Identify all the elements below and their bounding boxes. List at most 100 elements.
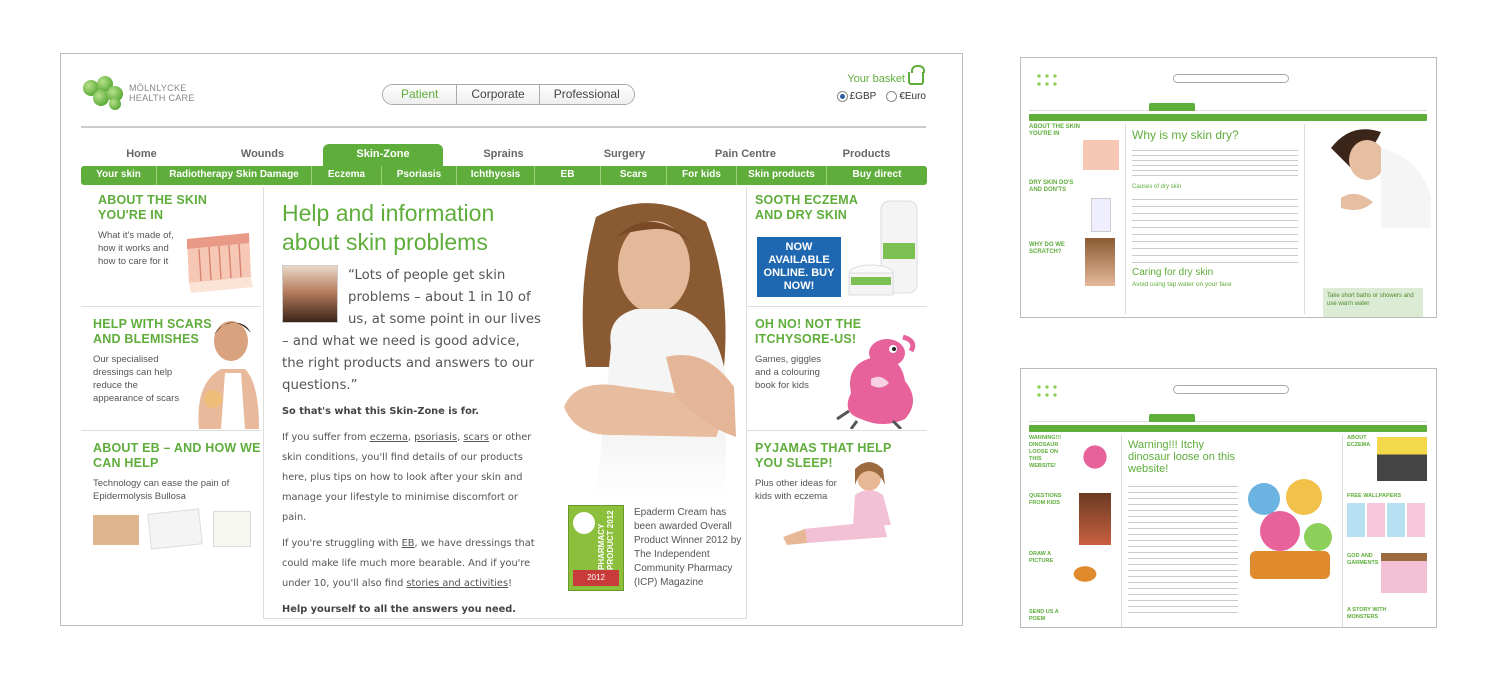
nav-wounds[interactable]: Wounds <box>202 144 323 166</box>
panel-eczema-products[interactable]: SOOTH ECZEMA AND DRY SKIN NOW AVAILABLE … <box>747 187 927 307</box>
buy-now-button[interactable]: NOW AVAILABLE ONLINE. BUY NOW! <box>757 237 841 297</box>
star-icon <box>573 512 595 534</box>
nav-products[interactable]: Products <box>806 144 927 166</box>
audience-switcher[interactable] <box>1173 385 1289 394</box>
panel-text: Our specialised dressings can help reduc… <box>93 354 180 404</box>
quote-block: “Lots of people get skin problems – abou… <box>282 265 544 397</box>
body-text: So that's what this Skin-Zone is for. If… <box>282 402 544 625</box>
main-content: Why is my skin dry? Causes of dry skin C… <box>1125 124 1305 314</box>
cartoon-characters-image <box>1240 475 1338 585</box>
dressing-image <box>147 508 203 550</box>
audience-switcher[interactable] <box>1173 74 1289 83</box>
drawing-image <box>1063 559 1107 589</box>
right-column: ABOUT ECZEMA FREE WALLPAPERS GOD AND GAR… <box>1347 435 1431 627</box>
nav-home[interactable]: Home <box>81 144 202 166</box>
epaderm-products-image <box>848 200 918 296</box>
subnav-skin-products[interactable]: Skin products <box>736 166 826 185</box>
panel-title: ABOUT THE SKIN YOU'RE IN <box>98 193 208 222</box>
wallpaper-thumbnails[interactable] <box>1347 503 1427 537</box>
left-column: ABOUT THE SKIN YOU'RE IN What it's made … <box>81 187 261 625</box>
sub-nav[interactable] <box>1029 425 1427 432</box>
link-scars[interactable]: scars <box>463 432 489 443</box>
girl-image <box>1085 238 1115 286</box>
basket-link[interactable]: Your basket <box>847 65 925 85</box>
skin-layers-image <box>187 233 253 293</box>
panel-pyjamas[interactable]: PYJAMAS THAT HELP YOU SLEEP! Plus other … <box>747 431 927 549</box>
skin-layers-image <box>1083 140 1119 170</box>
tip-callout: Take short baths or showers and use warm… <box>1323 288 1423 317</box>
subnav-radiotherapy[interactable]: Radiotherapy Skin Damage <box>156 166 311 185</box>
radio-icon <box>886 91 898 102</box>
glass-image <box>1091 198 1111 232</box>
tab-professional[interactable]: Professional <box>538 85 634 104</box>
page-title: Help and information about skin problems <box>282 200 495 255</box>
panel-text: Technology can ease the pain of Epidermo… <box>93 478 230 502</box>
thumbnail-dinosaur: WARNING!!! DINOSAUR LOOSE ON THIS WEBSIT… <box>1020 368 1437 628</box>
girl-pyjamas-image <box>783 462 891 545</box>
subnav-scars[interactable]: Scars <box>600 166 666 185</box>
link-eb[interactable]: EB <box>402 538 415 549</box>
nav-sprains[interactable]: Sprains <box>443 144 564 166</box>
woman-washing-face-image <box>1331 129 1431 228</box>
subnav-for-kids[interactable]: For kids <box>666 166 736 185</box>
paragraph-eb: If you're struggling with EB, we have dr… <box>282 538 535 589</box>
subnav-your-skin[interactable]: Your skin <box>81 166 156 185</box>
dressing-image <box>93 515 139 545</box>
logo-dots-icon <box>1035 383 1057 397</box>
currency-gbp[interactable]: £GBP <box>836 91 876 102</box>
audience-switcher: Patient Corporate Professional <box>382 84 635 105</box>
closing-text: Help yourself to all the answers you nee… <box>282 604 517 615</box>
subnav-eb[interactable]: EB <box>534 166 600 185</box>
award-text: Epaderm Cream has been awarded Overall P… <box>634 507 742 588</box>
woman-shoulder-image <box>198 321 259 429</box>
page-title: Warning!!! Itchy dinosaur loose on this … <box>1128 439 1236 475</box>
panel-eb[interactable]: ABOUT EB – AND HOW WE CAN HELP Technolog… <box>81 431 261 550</box>
panel-title: ABOUT EB – AND HOW WE CAN HELP <box>93 441 261 470</box>
panel-scars[interactable]: HELP WITH SCARS AND BLEMISHES Our specia… <box>81 307 261 431</box>
lead-text: So that's what this Skin-Zone is for. <box>282 406 479 417</box>
nav-skin-zone[interactable]: Skin-Zone <box>323 144 443 166</box>
subnav-ichthyosis[interactable]: Ichthyosis <box>456 166 534 185</box>
main-content: Help and information about skin problems… <box>263 187 747 619</box>
panel-text: Games, giggles and a colouring book for … <box>755 354 822 391</box>
dinosaur-image <box>1075 437 1115 477</box>
subnav-psoriasis[interactable]: Psoriasis <box>381 166 456 185</box>
woman-scratching-image <box>556 197 746 497</box>
tab-corporate[interactable]: Corporate <box>456 85 539 104</box>
main-nav: Home Wounds Skin-Zone Sprains Surgery Pa… <box>81 144 927 166</box>
main-content: Warning!!! Itchy dinosaur loose on this … <box>1121 435 1343 627</box>
left-column: ABOUT THE SKIN YOU'RE IN DRY SKIN DO'S A… <box>1029 124 1121 314</box>
tab-patient[interactable]: Patient <box>383 85 457 104</box>
currency-selector: £GBP €Euro <box>836 91 926 102</box>
paragraph-conditions: If you suffer from eczema, psoriasis, sc… <box>282 432 532 523</box>
panel-about-skin[interactable]: ABOUT THE SKIN YOU'RE IN What it's made … <box>81 187 261 307</box>
page-title: Why is my skin dry? <box>1132 128 1239 142</box>
award-badge: PHARMACY PRODUCT 2012 2012 <box>568 505 624 591</box>
dinosaur-image <box>836 334 916 429</box>
left-column: WARNING!!! DINOSAUR LOOSE ON THIS WEBSIT… <box>1029 435 1119 625</box>
panel-itchysore-us[interactable]: OH NO! NOT THE ITCHYSORE-US! Games, gigg… <box>747 307 927 431</box>
woman-portrait-image <box>282 265 338 323</box>
link-psoriasis[interactable]: psoriasis <box>414 432 457 443</box>
thumbnail-dry-skin: ABOUT THE SKIN YOU'RE IN DRY SKIN DO'S A… <box>1020 57 1437 318</box>
subnav-eczema[interactable]: Eczema <box>311 166 381 185</box>
header-divider <box>81 126 926 128</box>
basket-label: Your basket <box>847 72 905 85</box>
brand-logo[interactable]: MÖLNLYCKE HEALTH CARE <box>81 76 195 110</box>
main-nav[interactable] <box>1029 103 1427 111</box>
link-stories[interactable]: stories and activities <box>406 578 508 589</box>
girl-pyjamas-image <box>1381 553 1427 593</box>
boy-image <box>1079 493 1111 545</box>
logo-dots-icon <box>81 76 127 110</box>
main-screenshot: MÖLNLYCKE HEALTH CARE Patient Corporate … <box>60 53 963 626</box>
link-eczema[interactable]: eczema <box>370 432 408 443</box>
subnav-buy-direct[interactable]: Buy direct <box>826 166 927 185</box>
brand-name: MÖLNLYCKE HEALTH CARE <box>129 83 195 103</box>
logo-dots-icon <box>1035 72 1057 86</box>
nav-pain-centre[interactable]: Pain Centre <box>685 144 806 166</box>
currency-euro[interactable]: €Euro <box>886 91 926 102</box>
sub-nav: Your skin Radiotherapy Skin Damage Eczem… <box>81 166 927 185</box>
nav-surgery[interactable]: Surgery <box>564 144 685 166</box>
radio-icon <box>836 91 848 102</box>
main-nav[interactable] <box>1029 414 1427 422</box>
